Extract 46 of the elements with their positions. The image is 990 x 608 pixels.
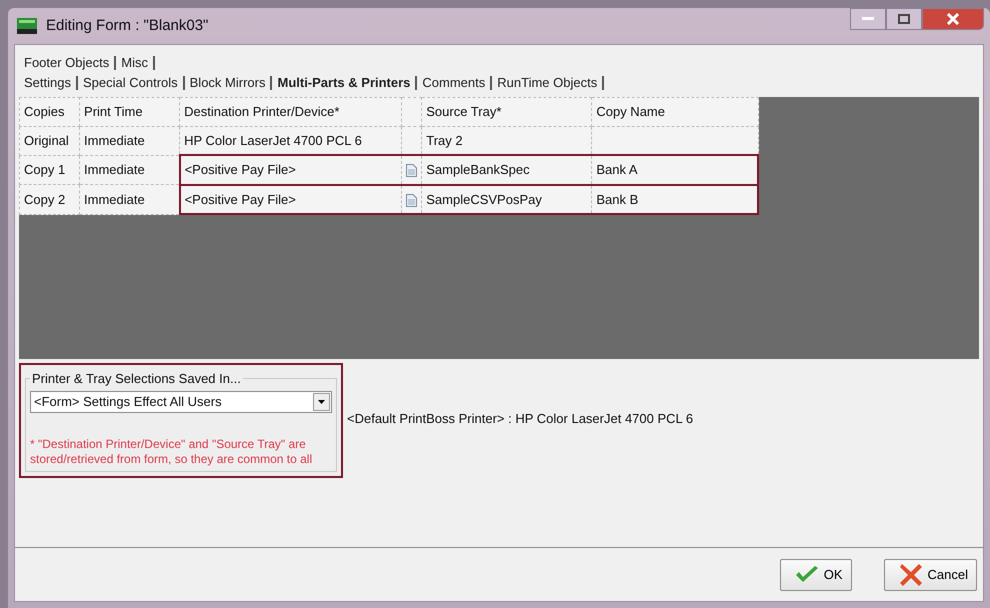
caret-icon [318,400,325,404]
table-cell: HP Color LaserJet 4700 PCL 6 [180,126,402,155]
table-cell: SampleBankSpec [422,155,592,184]
minimize-button[interactable] [850,8,886,30]
table-cell: SampleCSVPosPay [422,184,592,214]
ok-button[interactable]: OK [780,558,852,590]
tab[interactable]: Block Mirrors [184,76,272,90]
tab[interactable]: RunTime Objects [492,76,604,90]
table-cell: Original [20,126,80,155]
minimize-icon [862,17,874,21]
note-text: * "Destination Printer/Device" and "Source Tray" are stored/retrieved from form, so they are common to all [30,436,314,466]
saved-in-dropdown[interactable]: <Form> Settings Effect All Users [30,390,332,412]
table-cell: Copy 2 [20,184,80,214]
window-title: Editing Form : "Blank03" [46,16,208,36]
table-cell: Bank A [592,155,758,184]
default-printer-label: <Default PrintBoss Printer> : HP Color LaserJet 4700 PCL 6 [347,410,694,428]
column-header: Copy Name [592,98,758,126]
table-cell: Immediate [80,126,180,155]
table-cell: Tray 2 [422,126,592,155]
table-cell: <Positive Pay File> [180,184,402,214]
checkmark-icon [794,566,819,584]
tab[interactable]: Comments [417,76,492,90]
column-header: Source Tray* [422,98,592,126]
file-icon [406,164,418,178]
table-cell: Immediate [80,184,180,214]
column-header: Destination Printer/Device* [180,98,402,126]
column-header: Print Time [80,98,180,126]
tab[interactable]: Special Controls [78,76,185,90]
file-icon [406,194,418,207]
table-cell: <Positive Pay File> [180,155,402,184]
table-cell: Bank B [592,184,758,214]
close-button[interactable] [922,8,984,30]
cross-icon [898,562,923,586]
group-title: Printer & Tray Selections Saved In... [31,370,242,388]
close-icon [947,13,959,25]
column-header: Copies [20,98,80,126]
cancel-button[interactable]: Cancel [884,558,977,590]
table-cell: Immediate [80,155,180,184]
tab[interactable]: Misc [116,56,155,70]
app-icon [16,17,38,35]
maximize-button[interactable] [886,8,922,30]
tab[interactable]: Footer Objects [19,56,116,70]
tab[interactable]: Multi-Parts & Printers [272,76,418,90]
table-cell: Copy 1 [20,155,80,184]
maximize-icon [898,14,910,24]
tab[interactable]: Settings [19,76,78,90]
